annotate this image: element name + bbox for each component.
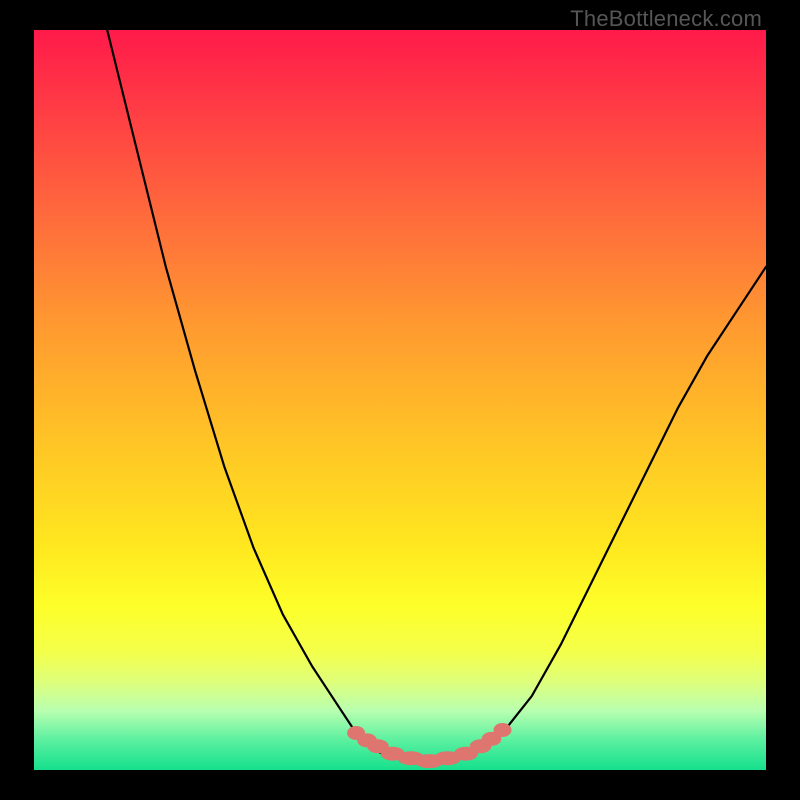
curve-left-branch [107, 30, 385, 755]
curve-right-branch [473, 267, 766, 755]
bead-markers [347, 723, 511, 768]
watermark-text: TheBottleneck.com [570, 6, 762, 32]
bead-marker [494, 723, 512, 737]
bottleneck-chart [34, 30, 766, 770]
